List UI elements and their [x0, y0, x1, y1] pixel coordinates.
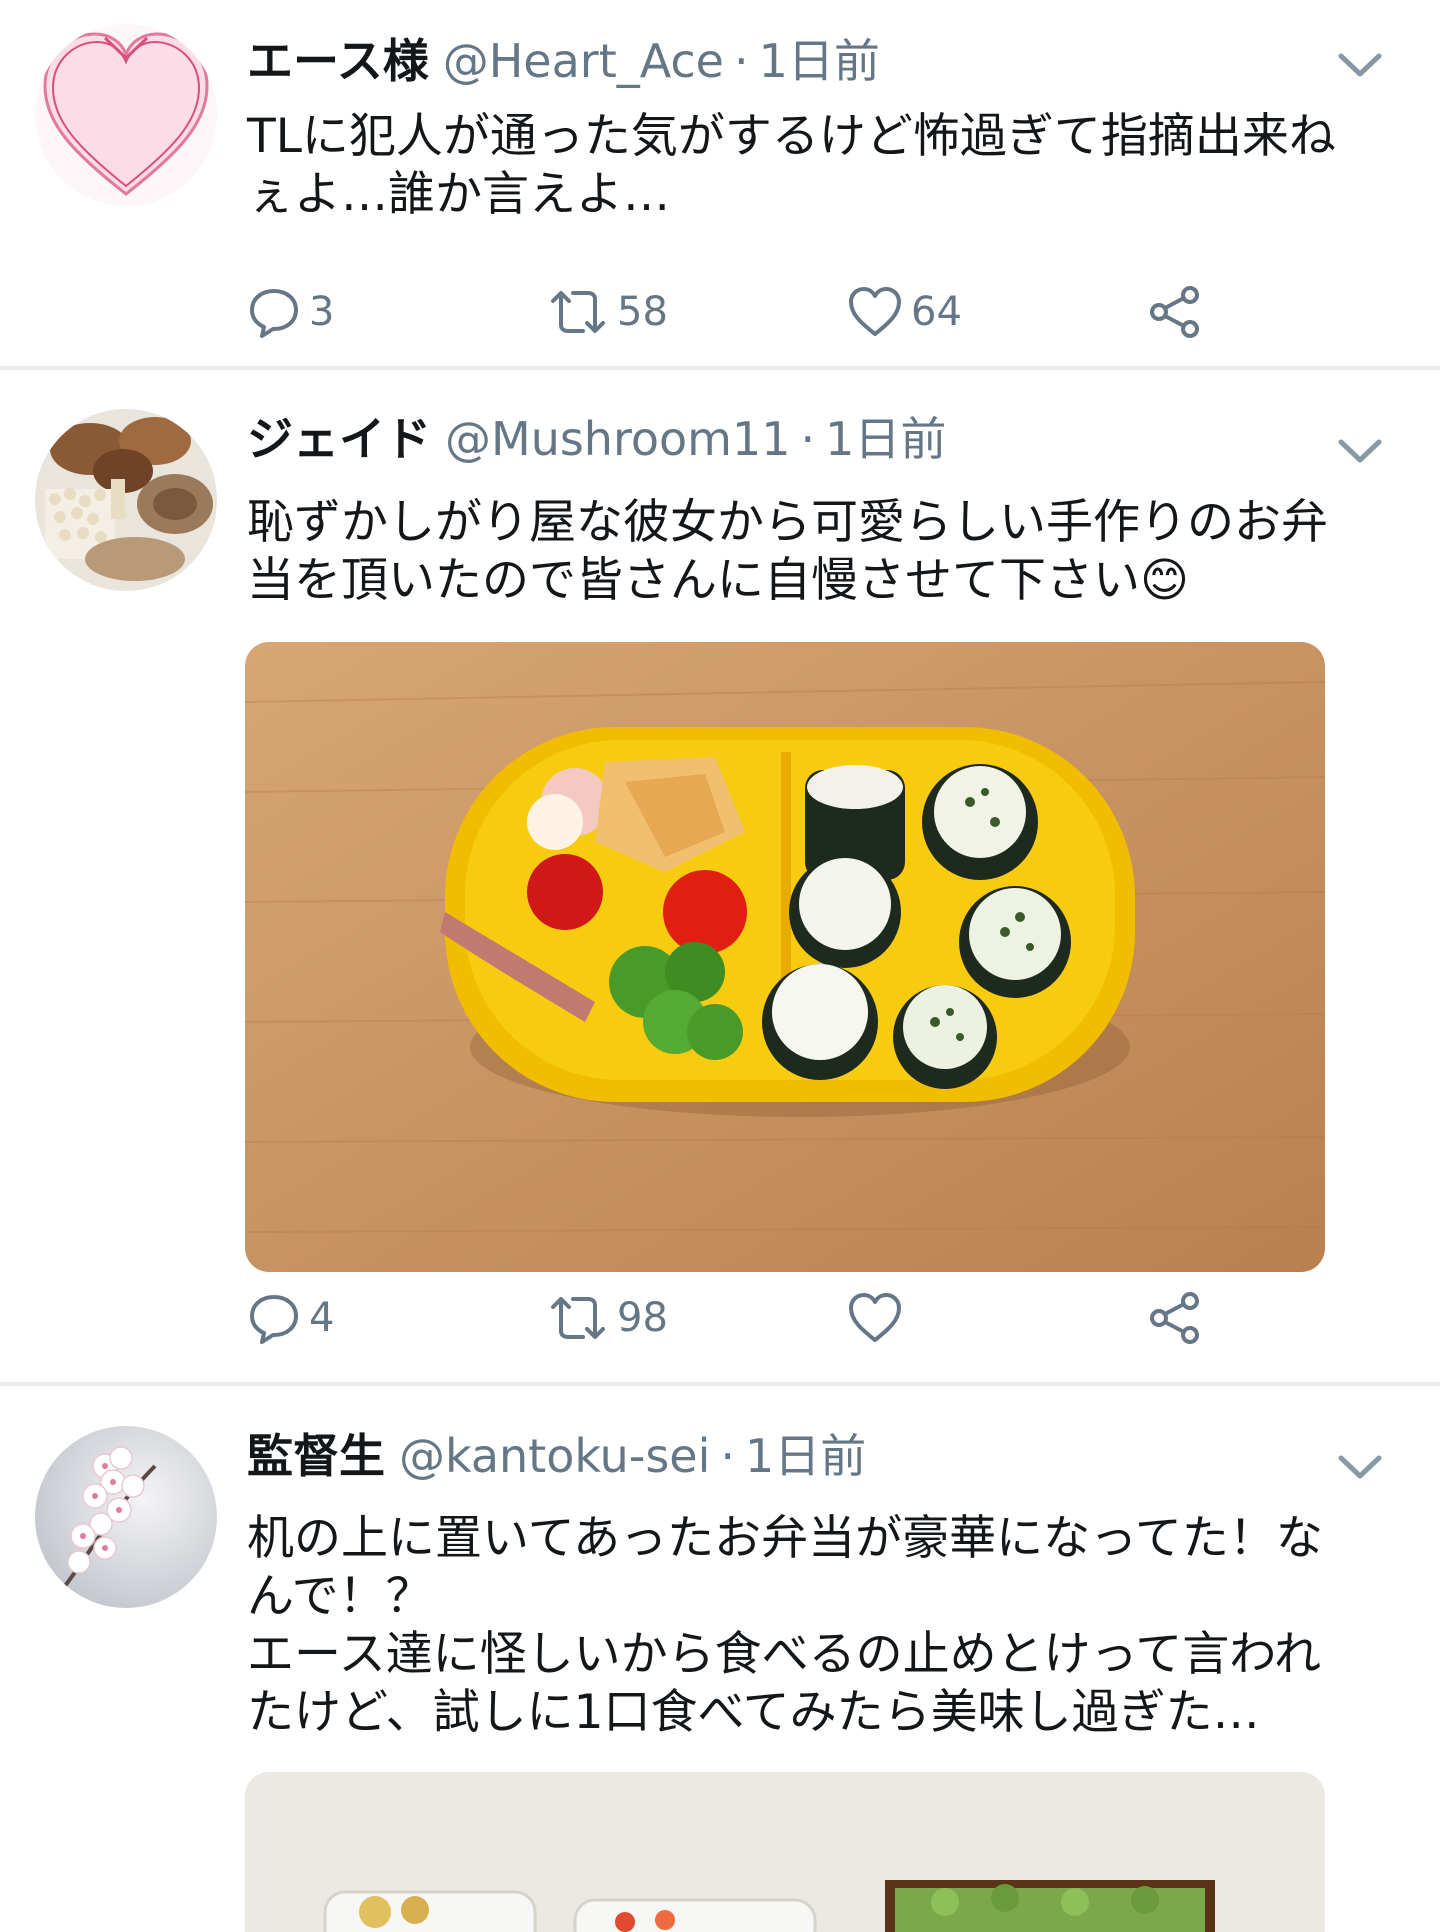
tweet-text: 机の上に置いてあったお弁当が豪華になってた！な んで！？ エース達に怪しいから食… — [247, 1511, 1323, 1740]
display-name[interactable]: ジェイド — [247, 412, 431, 466]
heart-icon — [35, 24, 217, 206]
chevron-down-icon[interactable] — [1335, 1450, 1385, 1484]
reply-icon — [250, 1295, 298, 1344]
bento-image — [245, 642, 1325, 1272]
timestamp[interactable]: 1日前 — [825, 412, 946, 466]
action-bar: 4 98 — [247, 1288, 1247, 1348]
tweet-header: ジェイド @Mushroom11 · 1日前 — [247, 409, 946, 469]
separator: · — [800, 412, 816, 466]
retweet-button[interactable]: 58 — [547, 282, 668, 342]
retweet-count: 98 — [617, 1295, 668, 1341]
bento-image — [245, 1772, 1325, 1932]
retweet-count: 58 — [617, 289, 668, 335]
retweet-icon — [551, 1297, 605, 1339]
tweet-text: TLに犯人が通った気がするけど怖過ぎて指摘出来ね ぇよ…誰か言えよ… — [247, 109, 1336, 222]
timestamp[interactable]: 1日前 — [759, 34, 880, 88]
share-button[interactable] — [1147, 1288, 1203, 1348]
like-button[interactable]: 64 — [847, 282, 962, 342]
display-name[interactable]: 監督生 — [247, 1429, 385, 1483]
user-handle[interactable]: @Mushroom11 — [445, 412, 791, 466]
tweet-header: エース様 @Heart_Ace · 1日前 — [247, 31, 880, 91]
reply-button[interactable]: 4 — [247, 1288, 334, 1348]
share-icon — [1150, 1292, 1199, 1344]
reply-count: 4 — [309, 1295, 335, 1341]
share-button[interactable] — [1147, 282, 1203, 342]
reply-count: 3 — [309, 289, 335, 335]
tweet[interactable]: エース様 @Heart_Ace · 1日前 TLに犯人が通った気がするけど怖過ぎて指摘… — [0, 0, 1440, 368]
reply-button[interactable]: 3 — [247, 282, 334, 342]
separator: · — [720, 1429, 736, 1483]
like-icon — [849, 1293, 901, 1342]
tweet-header: 監督生 @kantoku-sei · 1日前 — [247, 1426, 866, 1486]
reply-icon — [250, 289, 298, 338]
display-name[interactable]: エース様 — [247, 34, 429, 88]
like-button[interactable] — [847, 1288, 911, 1348]
tweet[interactable]: ジェイド @Mushroom11 · 1日前 恥ずかしがり屋な彼女から可愛らしい手作り… — [0, 370, 1440, 1384]
separator: · — [733, 34, 749, 88]
retweet-icon — [551, 291, 605, 333]
timestamp[interactable]: 1日前 — [745, 1429, 866, 1483]
chevron-down-icon[interactable] — [1335, 434, 1385, 468]
tweet[interactable]: 監督生 @kantoku-sei · 1日前 机の上に置いてあったお弁当が豪華になって… — [0, 1386, 1440, 1932]
like-icon — [849, 287, 901, 336]
action-bar: 3 58 64 — [247, 282, 1247, 342]
avatar[interactable] — [35, 1426, 217, 1608]
bento-photo-partial[interactable] — [245, 1772, 1325, 1932]
avatar[interactable] — [35, 24, 217, 206]
cherry-blossom-icon — [35, 1426, 217, 1608]
bento-photo[interactable] — [245, 642, 1325, 1272]
mushroom-icon — [35, 409, 217, 591]
user-handle[interactable]: @Heart_Ace — [443, 34, 724, 88]
avatar[interactable] — [35, 409, 217, 591]
user-handle[interactable]: @kantoku-sei — [399, 1429, 710, 1483]
chevron-down-icon[interactable] — [1335, 48, 1385, 82]
like-count: 64 — [911, 289, 962, 335]
tweet-text: 恥ずかしがり屋な彼女から可愛らしい手作りのお弁 当を頂いたので皆さんに自慢させて… — [247, 495, 1328, 608]
retweet-button[interactable]: 98 — [547, 1288, 668, 1348]
share-icon — [1150, 286, 1199, 338]
